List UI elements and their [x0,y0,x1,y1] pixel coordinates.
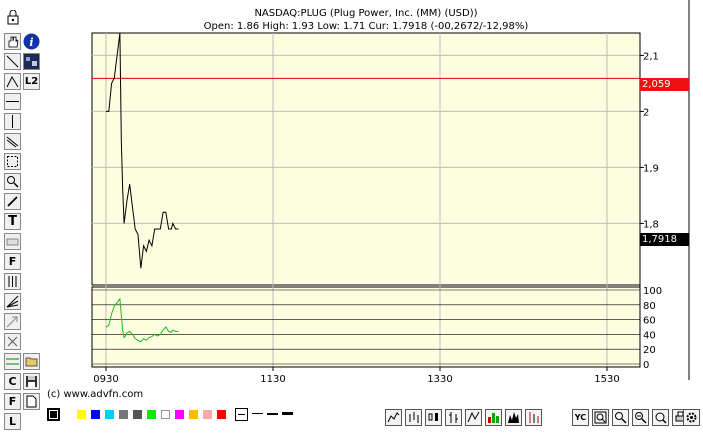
time-tick-label: 1330 [427,374,452,385]
zoom-out-button[interactable] [632,409,649,426]
swatch-dark-gray[interactable] [133,410,142,419]
time-tick-label: 1130 [260,374,285,385]
volume-chart-type-button[interactable] [485,409,502,426]
point-figure-chart-type-button[interactable] [525,409,542,426]
oscillator-tick-label: 60 [643,316,656,327]
swatch-blue[interactable] [91,410,100,419]
line-style-thin[interactable] [252,413,263,414]
price-tick-label: 2 [643,107,649,118]
swatch-white[interactable] [161,410,170,419]
swatch-pink[interactable] [203,410,212,419]
candle-chart-type-button[interactable] [425,409,442,426]
copyright-text: (c) www.advfn.com [47,389,144,400]
zoom-in-button[interactable] [592,409,609,426]
swatch-gray[interactable] [119,410,128,419]
oscillator-tick-label: 100 [643,286,662,297]
price-tick-label: 2,1 [643,51,659,62]
swatch-selected-black[interactable] [47,408,60,421]
swatch-cyan[interactable] [105,410,114,419]
oscillator-panel [91,286,641,368]
swatch-yellow[interactable] [77,410,86,419]
swatch-green[interactable] [147,410,156,419]
chart-area[interactable]: 0930 1130 1330 1530 2,1 2 1,9 1,8 100 80 60 40 20 0 [0,0,703,439]
current-price-tag: 1,7918 [640,233,689,246]
oscillator-tick-label: 20 [643,345,656,356]
mountain-chart-type-button[interactable] [465,409,482,426]
oscillator-tick-label: 80 [643,301,656,312]
swatch-red[interactable] [217,410,226,419]
reference-price-tag: 2,059 [640,78,689,91]
histogram-chart-type-button[interactable] [505,409,522,426]
time-tick-label: 1530 [594,374,619,385]
oscillator-tick-label: 0 [643,360,649,371]
price-tick-label: 1,8 [643,219,659,230]
bar-chart-type-button[interactable] [405,409,422,426]
swatch-orange[interactable] [189,410,198,419]
line-style-thick[interactable] [282,412,293,415]
settings-button[interactable] [683,409,700,426]
time-tick-label: 0930 [93,374,118,385]
ohlc-chart-type-button[interactable] [445,409,462,426]
yc-button[interactable]: YC [572,409,589,426]
line-style-solid[interactable] [235,408,248,421]
price-tick-label: 1,9 [643,163,659,174]
line-style-medium[interactable] [267,413,278,415]
oscillator-tick-label: 40 [643,330,656,341]
search-button[interactable] [652,409,669,426]
line-chart-type-button[interactable] [385,409,402,426]
swatch-magenta[interactable] [175,410,184,419]
zoom-button[interactable] [612,409,629,426]
price-panel [91,32,641,286]
